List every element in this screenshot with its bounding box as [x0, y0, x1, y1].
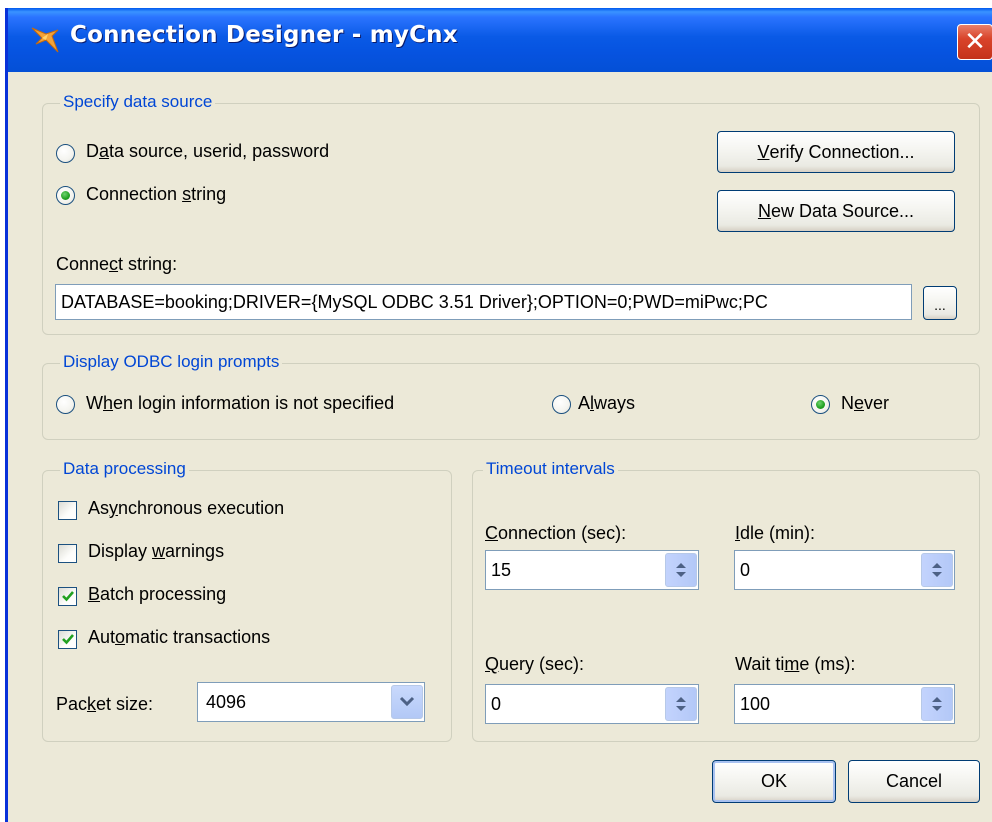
wait-time-value: 100 — [740, 693, 771, 714]
timeout-legend: Timeout intervals — [483, 459, 618, 479]
packet-size-value: 4096 — [206, 691, 247, 712]
radio-never-label[interactable]: Never — [841, 393, 889, 414]
checkmark-icon — [62, 634, 74, 645]
spinner-arrows-icon — [676, 563, 686, 577]
spinner-arrows-icon — [932, 563, 942, 577]
close-icon: ✕ — [964, 27, 986, 57]
app-icon — [31, 27, 59, 53]
browse-connection-button[interactable]: ... — [923, 286, 957, 320]
idle-timeout-label: Idle (min): — [735, 523, 816, 543]
wait-time-spinner[interactable] — [921, 687, 953, 721]
ok-button[interactable]: OK — [712, 760, 836, 803]
checkbox-warnings[interactable] — [58, 544, 77, 563]
cancel-button[interactable]: Cancel — [848, 760, 980, 803]
checkbox-auto-transactions[interactable] — [58, 630, 77, 649]
radio-always[interactable] — [552, 395, 571, 414]
checkbox-async-label[interactable]: Asynchronous execution — [88, 498, 284, 519]
radio-when-not-specified-label[interactable]: When login information is not specified — [86, 393, 394, 414]
connect-string-label: Connect string: — [56, 254, 178, 274]
spinner-arrows-icon — [676, 697, 686, 711]
new-data-source-button[interactable]: New Data Source... — [717, 190, 955, 232]
radio-data-source[interactable] — [56, 144, 75, 163]
radio-when-not-specified[interactable] — [56, 395, 75, 414]
radio-never[interactable] — [811, 395, 830, 414]
radio-connection-string[interactable] — [56, 186, 75, 205]
checkbox-warnings-label[interactable]: Display warnings — [88, 541, 224, 562]
connection-timeout-label: Connection (sec): — [485, 523, 627, 543]
dialog-window: Connection Designer - myCnx ✕ Specify da… — [5, 8, 992, 822]
spinner-arrows-icon — [932, 697, 942, 711]
window-title: Connection Designer - myCnx — [70, 22, 458, 48]
close-button[interactable]: ✕ — [957, 24, 992, 60]
chevron-down-icon — [399, 696, 415, 707]
connection-timeout-value: 15 — [491, 559, 512, 580]
radio-connection-string-label[interactable]: Connection string — [86, 184, 226, 205]
odbc-prompts-legend: Display ODBC login prompts — [60, 352, 283, 372]
wait-time-label: Wait time (ms): — [735, 654, 856, 674]
checkbox-batch[interactable] — [58, 587, 77, 606]
idle-timeout-value: 0 — [740, 559, 751, 580]
radio-data-source-label[interactable]: Data source, userid, password — [86, 141, 329, 162]
query-timeout-spinner[interactable] — [665, 687, 697, 721]
connection-timeout-spinner[interactable] — [665, 553, 697, 587]
checkbox-async[interactable] — [58, 501, 77, 520]
checkmark-icon — [62, 591, 74, 602]
packet-size-dropdown-button[interactable] — [391, 685, 423, 719]
radio-always-label[interactable]: Always — [578, 393, 635, 414]
connect-string-value: DATABASE=booking;DRIVER={MySQL ODBC 3.51… — [61, 291, 768, 312]
query-timeout-label: Query (sec): — [485, 654, 585, 674]
connect-string-field[interactable]: DATABASE=booking;DRIVER={MySQL ODBC 3.51… — [55, 284, 912, 320]
packet-size-label: Packet size: — [56, 694, 154, 714]
data-source-legend: Specify data source — [60, 92, 216, 112]
checkbox-batch-label[interactable]: Batch processing — [88, 584, 226, 605]
verify-connection-button[interactable]: Verify Connection... — [717, 131, 955, 173]
data-processing-legend: Data processing — [60, 459, 189, 479]
query-timeout-value: 0 — [491, 693, 502, 714]
checkbox-auto-transactions-label[interactable]: Automatic transactions — [88, 627, 270, 648]
title-bar[interactable]: Connection Designer - myCnx ✕ — [8, 8, 992, 72]
idle-timeout-spinner[interactable] — [921, 553, 953, 587]
